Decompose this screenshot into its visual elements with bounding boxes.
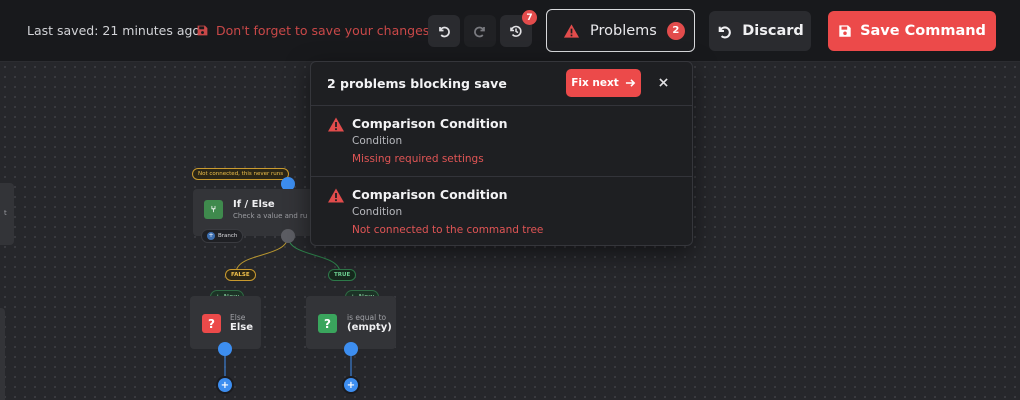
problems-popover: 2 problems blocking save Fix next Compar… (310, 61, 693, 246)
plus-circle-icon: + (207, 232, 215, 240)
problems-popover-title: 2 problems blocking save (327, 76, 507, 91)
true-edge-label: TRUE (328, 269, 357, 281)
if-else-output-port[interactable] (281, 229, 295, 243)
problem-item[interactable]: Comparison Condition Condition Not conne… (311, 176, 692, 246)
warning-triangle-icon (563, 23, 580, 38)
condition-node-title: (empty) (347, 322, 392, 333)
warning-triangle-icon (328, 188, 344, 203)
unsaved-changes-warning: Don't forget to save your changes! (196, 23, 434, 38)
save-command-label: Save Command (860, 23, 986, 39)
branch-type-label: Branch (218, 233, 238, 239)
unsaved-changes-text: Don't forget to save your changes! (216, 23, 435, 38)
if-else-description: Check a value and ru (233, 212, 308, 220)
redo-button[interactable] (464, 15, 496, 47)
discard-undo-icon (718, 25, 732, 38)
else-add-node-button[interactable]: + (216, 376, 234, 394)
problem-error: Not connected to the command tree (352, 224, 544, 236)
close-popover-button[interactable] (654, 73, 672, 91)
unknown-question-icon: ? (318, 314, 337, 333)
close-icon (658, 77, 668, 87)
redo-icon (474, 26, 485, 38)
problems-popover-header: 2 problems blocking save Fix next (311, 62, 692, 106)
save-disk-icon (839, 25, 851, 37)
else-output-port[interactable] (218, 342, 232, 356)
discard-button[interactable]: Discard (709, 11, 811, 51)
else-node-title: Else (230, 322, 253, 333)
last-saved-text: Last saved: 21 minutes ago (27, 23, 201, 38)
condition-node-small: is equal to (347, 313, 387, 322)
editor-toolbar: Last saved: 21 minutes ago Don't forget … (0, 0, 1020, 62)
false-edge-label: FALSE (225, 269, 256, 281)
problem-title: Comparison Condition (352, 187, 508, 202)
partial-node-left-lower[interactable] (0, 308, 5, 400)
history-count-badge: 7 (522, 10, 537, 25)
problems-button[interactable]: Problems 2 (546, 9, 695, 52)
problems-label: Problems (590, 22, 657, 39)
partial-node-left[interactable]: t (0, 183, 14, 245)
save-disk-icon (197, 25, 208, 36)
problem-error: Missing required settings (352, 153, 484, 165)
problem-subtitle: Condition (352, 135, 403, 147)
undo-button[interactable] (428, 15, 460, 47)
arrow-right-icon (625, 79, 636, 87)
save-command-button[interactable]: Save Command (828, 11, 996, 51)
fix-next-button[interactable]: Fix next (566, 69, 641, 97)
problems-count-badge: 2 (666, 21, 685, 40)
branch-icon: ⑂ (204, 200, 223, 219)
problem-subtitle: Condition (352, 206, 403, 218)
undo-icon (439, 26, 450, 38)
partial-node-text: t (4, 209, 7, 217)
warning-triangle-icon (328, 117, 344, 132)
history-icon (510, 25, 522, 37)
condition-output-port[interactable] (344, 342, 358, 356)
problem-title: Comparison Condition (352, 116, 508, 131)
not-connected-warning-tag: Not connected, this never runs (192, 168, 290, 180)
branch-type-tag: + Branch (201, 229, 244, 243)
unknown-question-icon: ? (202, 314, 221, 333)
else-node-small: Else (230, 313, 246, 322)
fix-next-label: Fix next (571, 77, 619, 89)
problem-item[interactable]: Comparison Condition Condition Missing r… (311, 106, 692, 176)
condition-add-node-button[interactable]: + (342, 376, 360, 394)
discard-label: Discard (742, 23, 804, 39)
if-else-title: If / Else (233, 199, 275, 210)
